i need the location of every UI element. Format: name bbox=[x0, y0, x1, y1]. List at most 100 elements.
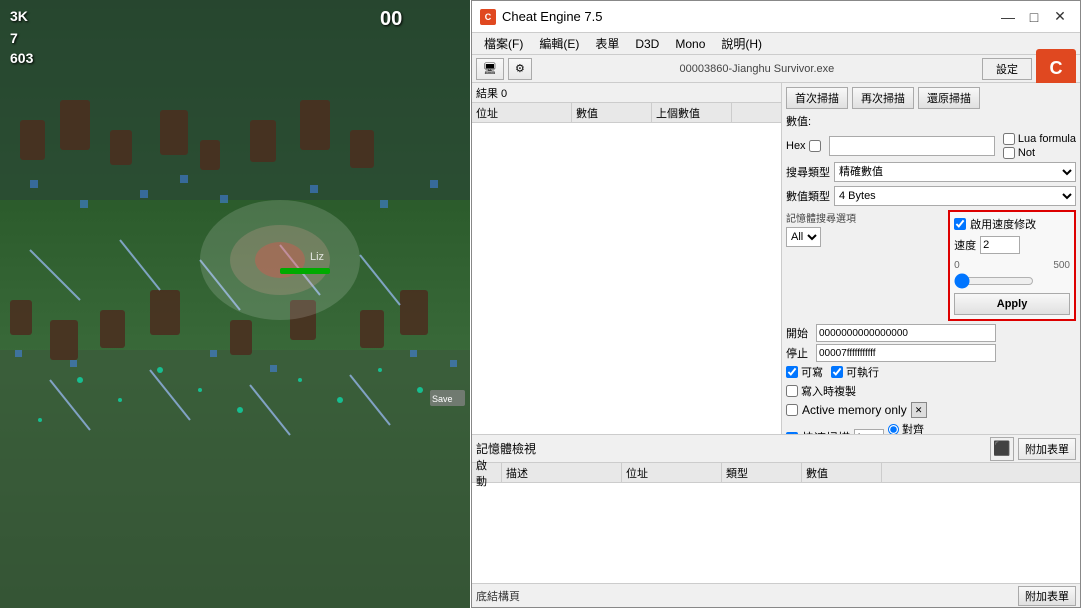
speed-hack-checkbox[interactable] bbox=[954, 218, 966, 230]
close-button[interactable]: ✕ bbox=[1048, 7, 1072, 27]
stop-addr-row: 停止 bbox=[786, 344, 1076, 362]
writable-row: 可寫 bbox=[786, 364, 823, 380]
slider-labels: 0 500 bbox=[954, 260, 1070, 271]
lua-formula-row: Lua formula bbox=[1003, 133, 1076, 145]
minimize-button[interactable]: — bbox=[996, 7, 1020, 27]
maximize-button[interactable]: □ bbox=[1022, 7, 1046, 27]
first-scan-button[interactable]: 首次掃描 bbox=[786, 87, 848, 109]
start-address-input[interactable] bbox=[816, 324, 996, 342]
footer-base-label: 底結構頁 bbox=[476, 588, 520, 604]
value-input[interactable] bbox=[829, 136, 995, 156]
results-table-header: 位址 數值 上個數值 bbox=[472, 103, 781, 123]
align-options: 對齊 最後數字 bbox=[888, 421, 946, 434]
value-type-row: 數值類型 4 Bytes bbox=[786, 186, 1076, 206]
stop-label: 停止 bbox=[786, 345, 808, 361]
slider-max: 500 bbox=[1053, 260, 1070, 271]
add-to-address-button[interactable]: 附加表單 bbox=[1018, 438, 1076, 460]
speed-label: 速度 bbox=[954, 237, 976, 253]
next-scan-button[interactable]: 再次掃描 bbox=[852, 87, 914, 109]
ath-desc: 描述 bbox=[502, 463, 622, 482]
menu-d3d[interactable]: D3D bbox=[627, 35, 667, 53]
writable-checkbox[interactable] bbox=[786, 366, 798, 378]
speed-hack-label: 啟用速度修改 bbox=[970, 216, 1036, 232]
lua-formula-label: Lua formula bbox=[1018, 133, 1076, 145]
bottom-section: 記憶體檢視 ⬛ 附加表單 啟動 描述 位址 類型 數值 底結構頁 附加表單 bbox=[472, 434, 1080, 607]
apply-button[interactable]: Apply bbox=[954, 293, 1070, 315]
speed-value-row: 速度 bbox=[954, 236, 1070, 254]
ath-active: 啟動 bbox=[472, 463, 502, 482]
hex-label: Hex bbox=[786, 140, 806, 152]
open-process-button[interactable]: 🖥 bbox=[476, 58, 504, 80]
computer-icon: 🖥 bbox=[483, 62, 497, 75]
not-checkbox[interactable] bbox=[1003, 147, 1015, 159]
menu-edit[interactable]: 編輯(E) bbox=[531, 33, 587, 54]
left-panel: 結果 0 位址 數值 上個數值 bbox=[472, 83, 782, 434]
align-pair-row: 對齊 bbox=[888, 421, 946, 434]
executable-row: 可執行 bbox=[831, 364, 879, 380]
main-content: 結果 0 位址 數值 上個數值 首次掃描 再次掃描 還原掃描 數值: bbox=[472, 83, 1080, 434]
undo-scan-button[interactable]: 還原掃描 bbox=[918, 87, 980, 109]
speed-hack-enable-row: 啟用速度修改 bbox=[954, 216, 1070, 232]
memory-type-select[interactable]: All bbox=[786, 227, 821, 247]
hex-checkbox[interactable] bbox=[809, 140, 821, 152]
start-label: 開始 bbox=[786, 325, 808, 341]
hud-score-00: 00 bbox=[380, 8, 402, 31]
speed-input[interactable] bbox=[980, 236, 1020, 254]
align-pair-radio[interactable] bbox=[888, 424, 899, 435]
menu-table[interactable]: 表單 bbox=[587, 33, 627, 54]
value-row: 數值: bbox=[786, 113, 1076, 129]
ath-address: 位址 bbox=[622, 463, 722, 482]
value-label: 數值: bbox=[786, 113, 811, 129]
value-type-label: 數值類型 bbox=[786, 188, 830, 204]
stop-address-input[interactable] bbox=[816, 344, 996, 362]
address-list bbox=[472, 483, 1080, 583]
game-background: Liz Save 3K 7 603 00 bbox=[0, 0, 470, 608]
active-memory-clear-button[interactable]: ✕ bbox=[911, 402, 927, 418]
window-title: Cheat Engine 7.5 bbox=[502, 9, 994, 24]
memory-options-left: 記憶體搜尋選項 All bbox=[786, 210, 942, 321]
stop-scan-button[interactable]: ⬛ bbox=[990, 437, 1014, 461]
app-icon: C bbox=[480, 9, 496, 25]
copy-on-write-checkbox[interactable] bbox=[786, 385, 798, 397]
col-value-header: 數值 bbox=[572, 103, 652, 122]
menu-file[interactable]: 檔案(F) bbox=[476, 33, 531, 54]
memory-scan-bar: 記憶體檢視 ⬛ 附加表單 bbox=[472, 435, 1080, 463]
title-bar: C Cheat Engine 7.5 — □ ✕ bbox=[472, 1, 1080, 33]
ath-value: 數值 bbox=[802, 463, 882, 482]
fast-scan-row: 快速掃描 對齊 最後數字 bbox=[786, 421, 1076, 434]
scan-type-select[interactable]: 精確數值 bbox=[834, 162, 1076, 182]
memory-options-label: 記憶體搜尋選項 bbox=[786, 210, 942, 225]
active-memory-row: Active memory only ✕ bbox=[786, 402, 1076, 418]
col-address-header: 位址 bbox=[472, 103, 572, 122]
hud-score-603: 603 bbox=[10, 50, 33, 66]
writable-exec-row: 可寫 可執行 bbox=[786, 364, 1076, 380]
speed-slider[interactable] bbox=[954, 273, 1034, 289]
right-panel: 首次掃描 再次掃描 還原掃描 數值: Hex Lua formula bbox=[782, 83, 1080, 434]
process-name: 00003860-Jianghu Survivor.exe bbox=[536, 63, 978, 75]
scan-type-label: 搜尋類型 bbox=[786, 164, 830, 180]
results-count: 結果 0 bbox=[472, 83, 781, 103]
align-pair-label: 對齊 bbox=[902, 421, 924, 434]
gear-icon: ⚙ bbox=[515, 62, 525, 75]
slider-min: 0 bbox=[954, 260, 960, 271]
results-list bbox=[472, 123, 781, 434]
active-memory-checkbox[interactable] bbox=[786, 404, 798, 416]
settings-toolbar-button[interactable]: ⚙ bbox=[508, 58, 532, 80]
not-label: Not bbox=[1018, 147, 1035, 159]
start-addr-row: 開始 bbox=[786, 324, 1076, 342]
lua-formula-checkbox[interactable] bbox=[1003, 133, 1015, 145]
svg-text:Liz: Liz bbox=[310, 251, 324, 263]
menu-mono[interactable]: Mono bbox=[667, 35, 713, 53]
executable-checkbox[interactable] bbox=[831, 366, 843, 378]
memory-options-row: 記憶體搜尋選項 All 啟用速度修改 速度 bbox=[786, 210, 1076, 321]
footer-bar: 底結構頁 附加表單 bbox=[472, 583, 1080, 607]
menu-help[interactable]: 說明(H) bbox=[713, 33, 770, 54]
writable-label: 可寫 bbox=[801, 364, 823, 380]
value-type-select[interactable]: 4 Bytes bbox=[834, 186, 1076, 206]
copy-on-write-row: 寫入時複製 bbox=[786, 383, 1076, 399]
active-memory-label: Active memory only bbox=[802, 403, 907, 417]
settings-button[interactable]: 設定 bbox=[982, 58, 1032, 80]
add-address-button[interactable]: 附加表單 bbox=[1018, 586, 1076, 606]
executable-label: 可執行 bbox=[846, 364, 879, 380]
hud-3k: 3K bbox=[10, 8, 28, 24]
